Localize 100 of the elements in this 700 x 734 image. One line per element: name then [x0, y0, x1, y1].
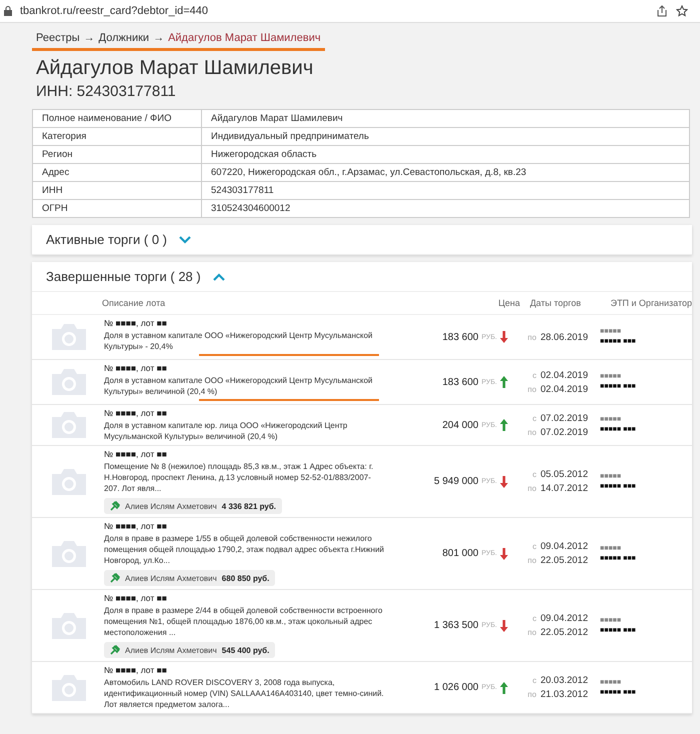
section-title[interactable]: Активные торги ( 0 ): [46, 232, 167, 247]
camera-icon: [52, 468, 86, 494]
inn-heading: ИНН: 524303177811: [36, 83, 177, 100]
breadcrumb-separator: →: [153, 32, 164, 44]
date-prefix: по: [528, 628, 536, 637]
arrow-down-icon: [500, 620, 508, 632]
section-title[interactable]: Завершенные торги ( 28 ): [46, 269, 201, 284]
chevron-up-icon[interactable]: [212, 272, 225, 280]
table-cell: Нижегородская область: [202, 146, 690, 164]
breadcrumb-link[interactable]: Должники: [98, 32, 150, 44]
table-cell: ОГРН: [32, 200, 202, 218]
auction-date: 07.02.2019: [540, 426, 588, 438]
table-cell: Регион: [32, 146, 202, 164]
auction-date: 07.02.2019: [540, 412, 588, 424]
table-cell: ИНН: [32, 182, 202, 200]
camera-icon: [52, 540, 86, 566]
auction-date: 20.03.2012: [540, 675, 588, 686]
table-cell: Айдагулов Марат Шамилевич: [202, 110, 690, 128]
lot-price: 801 000: [442, 548, 478, 559]
winner-name: Алиев Ислям Ахметович: [125, 574, 217, 582]
lot-price: 183 600: [442, 332, 478, 342]
date-prefix: по: [528, 332, 536, 342]
auction-date: 02.04.2019: [540, 370, 588, 380]
column-header: Описание лота: [101, 298, 166, 308]
winner-price: 680 850 руб.: [222, 574, 270, 582]
lock-icon: [4, 6, 12, 16]
breadcrumb-separator: →: [84, 32, 95, 44]
camera-icon: [52, 369, 86, 395]
breadcrumb-current: Айдагулов Марат Шамилевич: [168, 32, 321, 44]
lot-number[interactable]: № ■■■■, лот ■■: [104, 318, 386, 328]
winner-name: Алиев Ислям Ахметович: [125, 646, 217, 654]
date-prefix: с: [532, 614, 536, 623]
url-text[interactable]: tbankrot.ru/reestr_card?debtor_id=440: [20, 5, 208, 17]
winner-price: 4 336 821 руб.: [222, 502, 276, 510]
date-prefix: с: [532, 414, 536, 422]
date-prefix: по: [528, 556, 536, 565]
breadcrumb-link[interactable]: Реестры: [36, 32, 80, 44]
page-title: Айдагулов Марат Шамилевич: [36, 57, 314, 80]
table-cell: 607220, Нижегородская обл., г.Арзамас, ул.Севастопольская, д.8, кв.23: [202, 164, 690, 182]
column-header: Цена: [497, 298, 520, 308]
arrow-down-icon: [500, 476, 508, 488]
table-cell: Полное наименование / ФИО: [32, 110, 202, 128]
auction-date: 09.04.2012: [540, 613, 588, 624]
auction-date: 22.05.2012: [540, 627, 588, 638]
share-icon[interactable]: [656, 5, 668, 17]
date-prefix: с: [532, 542, 536, 551]
lot-number[interactable]: № ■■■■, лот ■■: [104, 449, 386, 459]
auction-date: 14.07.2012: [540, 483, 588, 494]
table-cell: Категория: [32, 128, 202, 146]
lot-price: 5 949 000: [434, 476, 478, 487]
lot-number[interactable]: № ■■■■, лот ■■: [104, 665, 386, 675]
camera-icon: [52, 674, 86, 700]
chevron-down-icon[interactable]: [179, 236, 191, 244]
lot-price: 1 026 000: [434, 682, 478, 693]
lot-description: Доля в уставном капитале юр. лица ООО «Нижегородский Центр Мусульманской Культуры» величиной (20,4 %): [104, 420, 348, 442]
lot-description: Помещение № 8 (нежилое) площадь 85,3 кв.м., этаж 1 Адрес объекта: г. Н.Новгород, проспект Ленина, д.13 условный номер 52-52-01/883/2007-207. Лот явля...: [104, 461, 374, 494]
date-prefix: по: [528, 690, 536, 699]
lot-number[interactable]: № ■■■■, лот ■■: [104, 521, 386, 531]
auction-date: 09.04.2012: [540, 541, 588, 552]
table-cell: 524303177811: [202, 182, 690, 200]
auction-date: 02.04.2019: [540, 384, 588, 394]
lot-description: Доля в праве в размере 2/44 в общей долевой собственности встроенного помещения №1, общей площадью 1876,00 кв.м., этаж цокольный адрес местоположения ...: [104, 605, 384, 638]
lot-price: 183 600: [442, 376, 478, 388]
auction-date: 21.03.2012: [540, 689, 588, 700]
auction-date: 28.06.2019: [540, 332, 588, 342]
date-prefix: по: [528, 384, 536, 394]
auction-date: 22.05.2012: [540, 555, 588, 566]
date-prefix: с: [532, 370, 536, 380]
winner-name: Алиев Ислям Ахметович: [125, 502, 217, 510]
gavel-icon: [110, 645, 120, 655]
camera-icon: [52, 612, 86, 638]
table-cell: 310524304600012: [202, 200, 690, 218]
lot-number[interactable]: № ■■■■, лот ■■: [104, 593, 386, 603]
date-prefix: с: [532, 676, 536, 685]
arrow-down-icon: [500, 331, 508, 343]
gavel-icon: [110, 573, 120, 583]
camera-icon: [52, 412, 86, 438]
lot-number[interactable]: № ■■■■, лот ■■: [104, 363, 386, 373]
column-header: ЭТП и Организатор: [610, 298, 692, 308]
lot-number[interactable]: № ■■■■, лот ■■: [104, 408, 386, 418]
arrow-up-icon: [500, 376, 508, 388]
camera-icon: [52, 324, 86, 350]
lot-price: 1 363 500: [434, 620, 478, 631]
lot-price: 204 000: [442, 420, 478, 430]
table-cell: Индивидуальный предприниматель: [202, 128, 690, 146]
column-header: Даты торгов: [528, 298, 582, 308]
star-icon[interactable]: [676, 5, 688, 17]
date-prefix: по: [528, 484, 536, 493]
lot-description: Доля в уставном капитале ООО «Нижегородский Центр Мусульманской Культуры» величиной (20,4 %): [104, 375, 374, 397]
arrow-up-icon: [500, 419, 508, 431]
date-prefix: по: [528, 428, 536, 436]
arrow-down-icon: [500, 548, 508, 560]
lot-description: Доля в праве в размере 1/55 в общей долевой собственности нежилого помещения общей площадью 1790,2, этаж подвал адрес объекта г.Нижний Новгород, ул.Ко...: [104, 533, 386, 566]
arrow-up-icon: [500, 682, 508, 694]
date-prefix: с: [532, 470, 536, 479]
gavel-icon: [110, 501, 120, 511]
auction-date: 05.05.2012: [540, 469, 588, 480]
winner-price: 545 400 руб.: [222, 646, 270, 654]
lot-description: Автомобиль LAND ROVER DISCOVERY 3, 2008 года выпуска, идентификационный номер (VIN) SALLAAA146A403140, цвет темно-синий. Лот является предметом залога...: [104, 677, 385, 710]
table-cell: Адрес: [32, 164, 202, 182]
